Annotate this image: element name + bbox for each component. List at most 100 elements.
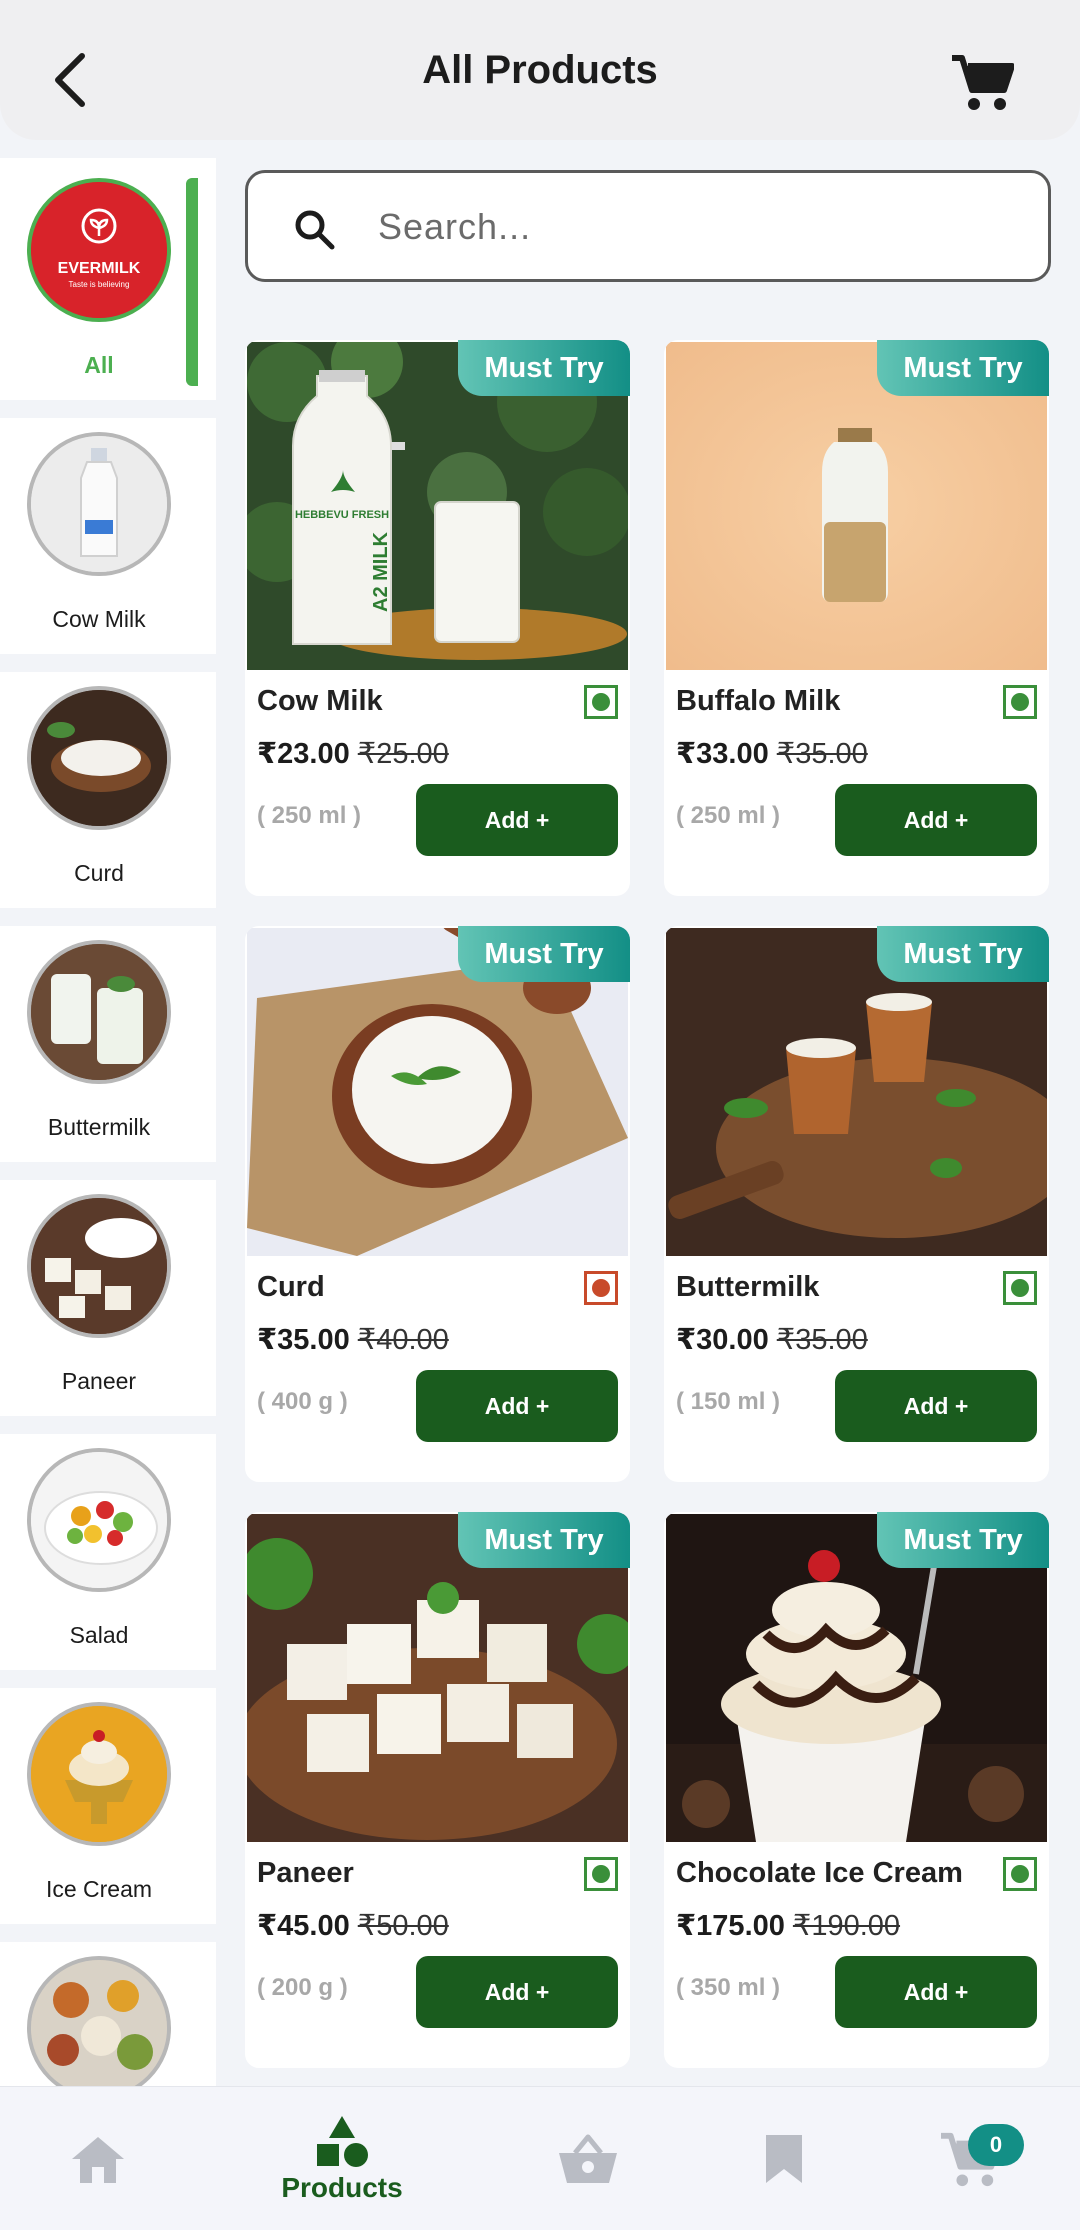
veg-indicator-icon [1003,685,1037,719]
basket-icon [559,2134,617,2183]
product-quantity: ( 350 ml ) [676,1974,781,2001]
paneer-thumb [27,1194,171,1338]
product-mrp: ₹25.00 [357,738,449,770]
product-price: ₹45.00 [257,1910,350,1942]
product-price: ₹33.00 [676,738,769,770]
veg-indicator-icon [1003,1857,1037,1891]
product-quantity: ( 250 ml ) [257,802,362,829]
product-name: Curd [257,1271,325,1303]
salad-thumb [27,1448,171,1592]
bottle-brand-text: HEBBEVU FRESH [295,509,389,521]
product-card-buffalo-milk[interactable]: Must Try Buffalo Milk ₹33.00 ₹35.00 ( 250… [664,340,1049,896]
category-buttermilk[interactable]: Buttermilk [0,926,198,1162]
category-sidebar[interactable]: EVERMILK Taste is believing All Cow Milk [0,140,216,2086]
add-to-cart-button[interactable]: Add + [835,1956,1037,2028]
search-input[interactable] [378,197,998,257]
category-label: Buttermilk [47,1114,151,1140]
thali-thumb [27,1956,171,2086]
nav-cart[interactable] [880,2087,1060,2230]
category-paneer[interactable]: Paneer [0,1180,198,1416]
product-mrp: ₹50.00 [357,1910,449,1942]
add-to-cart-button[interactable]: Add + [835,784,1037,856]
veg-indicator-icon [584,1857,618,1891]
category-label: Salad [69,1622,129,1648]
must-try-badge: Must Try [458,1512,630,1568]
nav-products[interactable]: Products [252,2087,432,2230]
price-row: ₹30.00 ₹35.00 [676,1322,868,1357]
product-name: Buttermilk [676,1271,820,1303]
product-card-chocolate-ice-cream[interactable]: Must Try Chocolate Ice Cream ₹175.00 ₹190… [664,1512,1049,2068]
category-curd[interactable]: Curd [0,672,198,908]
category-cow-milk[interactable]: Cow Milk [0,418,198,654]
active-category-indicator [186,178,198,386]
product-name: Chocolate Ice Cream [676,1857,963,1889]
buttermilk-thumb [27,940,171,1084]
product-card-curd[interactable]: Must Try Curd ₹35.00 ₹40.00 ( 400 g ) Add… [245,926,630,1482]
cart-count-badge: 0 [968,2124,1024,2166]
product-mrp: ₹35.00 [776,1324,868,1356]
add-to-cart-button[interactable]: Add + [416,1956,618,2028]
price-row: ₹45.00 ₹50.00 [257,1908,449,1943]
must-try-badge: Must Try [458,926,630,982]
nav-home[interactable] [8,2087,188,2230]
cart-button[interactable] [944,44,1020,120]
product-card-paneer[interactable]: Must Try Paneer ₹45.00 ₹50.00 ( 200 g ) A… [245,1512,630,2068]
nav-label: Products [281,2172,403,2203]
nav-basket[interactable] [498,2087,678,2230]
veg-indicator-icon [1003,1271,1037,1305]
category-salad[interactable]: Salad [0,1434,198,1670]
cart-icon [952,55,1014,110]
product-price: ₹175.00 [676,1910,785,1942]
ice-cream-thumb [27,1702,171,1846]
brand-name: EVERMILK [57,260,141,277]
cow-milk-thumb [27,432,171,576]
home-icon [72,2137,124,2183]
category-label: Paneer [61,1368,137,1394]
non-veg-indicator-icon [584,1271,618,1305]
product-quantity: ( 400 g ) [257,1388,348,1415]
category-label: All [84,352,114,378]
nav-saved[interactable] [694,2087,874,2230]
search-icon [295,210,335,250]
add-to-cart-button[interactable]: Add + [835,1370,1037,1442]
shapes-icon [317,2116,368,2167]
category-label: Cow Milk [52,606,146,632]
price-row: ₹35.00 ₹40.00 [257,1322,449,1357]
product-mrp: ₹40.00 [357,1324,449,1356]
app-header: All Products [0,0,1080,140]
category-more[interactable] [0,1942,198,2086]
product-card-buttermilk[interactable]: Must Try Buttermilk ₹30.00 ₹35.00 ( 150 m… [664,926,1049,1482]
product-quantity: ( 200 g ) [257,1974,348,2001]
evermilk-logo: EVERMILK Taste is believing [27,178,171,322]
product-mrp: ₹35.00 [776,738,868,770]
category-label: Ice Cream [45,1876,153,1902]
product-name: Cow Milk [257,685,383,717]
category-all[interactable]: EVERMILK Taste is believing All [0,164,198,400]
product-quantity: ( 250 ml ) [676,802,781,829]
product-mrp: ₹190.00 [792,1910,901,1942]
price-row: ₹175.00 ₹190.00 [676,1908,900,1943]
search-bar[interactable] [245,170,1051,282]
product-name: Paneer [257,1857,354,1889]
add-to-cart-button[interactable]: Add + [416,784,618,856]
curd-thumb [27,686,171,830]
bottom-navigation: Products [0,2086,1080,2230]
page-title: All Products [422,48,658,92]
must-try-badge: Must Try [877,340,1049,396]
product-card-cow-milk[interactable]: HEBBEVU FRESH A2 MILK Must Try Cow Milk … [245,340,630,896]
add-to-cart-button[interactable]: Add + [416,1370,618,1442]
price-row: ₹23.00 ₹25.00 [257,736,449,771]
category-label: Curd [74,860,124,886]
must-try-badge: Must Try [877,926,1049,982]
product-name: Buffalo Milk [676,685,841,717]
must-try-badge: Must Try [458,340,630,396]
must-try-badge: Must Try [877,1512,1049,1568]
veg-indicator-icon [584,685,618,719]
bottle-side-text: A2 MILK [370,531,392,612]
product-price: ₹35.00 [257,1324,350,1356]
product-quantity: ( 150 ml ) [676,1388,781,1415]
product-price: ₹30.00 [676,1324,769,1356]
category-ice-cream[interactable]: Ice Cream [0,1688,198,1924]
price-row: ₹33.00 ₹35.00 [676,736,868,771]
product-price: ₹23.00 [257,738,350,770]
